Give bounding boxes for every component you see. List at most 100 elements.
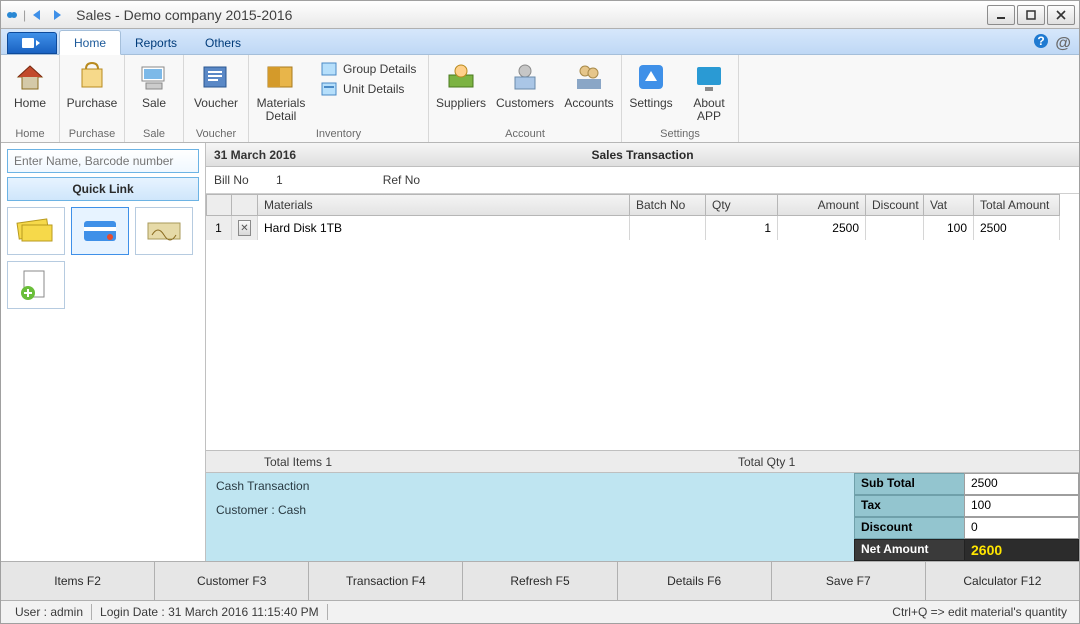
ribbon-home-button[interactable]: Home <box>1 55 59 127</box>
tab-home[interactable]: Home <box>59 30 121 55</box>
ribbon-accounts-button[interactable]: Accounts <box>557 55 621 127</box>
ribbon-home-label: Home <box>14 97 46 110</box>
col-discount[interactable]: Discount <box>866 194 924 216</box>
accounts-icon <box>573 61 605 93</box>
sum-net-row: Net Amount 2600 <box>854 539 1079 561</box>
thumb-card[interactable] <box>71 207 129 255</box>
svg-text:?: ? <box>1038 34 1045 48</box>
table-row[interactable]: 1 ✕ Hard Disk 1TB 1 2500 100 2500 <box>206 216 1079 240</box>
ribbon-purchase-label: Purchase <box>67 97 118 110</box>
ribbon-group-account-label: Account <box>429 127 621 142</box>
ribbon-unit-details-label: Unit Details <box>343 82 404 96</box>
forward-icon[interactable] <box>50 8 68 22</box>
transaction-f4-button[interactable]: Transaction F4 <box>309 562 463 600</box>
bill-no-value: 1 <box>276 173 283 187</box>
grid-body[interactable]: 1 ✕ Hard Disk 1TB 1 2500 100 2500 <box>206 216 1079 450</box>
minimize-button[interactable] <box>987 5 1015 25</box>
ribbon-materials-detail-button[interactable]: Materials Detail <box>249 55 313 127</box>
customer-f3-button[interactable]: Customer F3 <box>155 562 309 600</box>
sidebar: Quick Link <box>1 143 206 561</box>
summary-left: Cash Transaction Customer : Cash <box>206 473 854 561</box>
customer-label: Customer : Cash <box>216 503 844 517</box>
tax-label: Tax <box>854 495 964 517</box>
ribbon-group-details-button[interactable]: Group Details <box>321 61 416 77</box>
refresh-f5-button[interactable]: Refresh F5 <box>463 562 617 600</box>
window-title: Sales - Demo company 2015-2016 <box>76 7 292 23</box>
cell-total[interactable]: 2500 <box>974 216 1060 240</box>
col-amount[interactable]: Amount <box>778 194 866 216</box>
ribbon-inventory-small: Group Details Unit Details <box>313 55 424 127</box>
cash-transaction-label: Cash Transaction <box>216 479 844 493</box>
db-icon[interactable] <box>5 8 19 22</box>
ribbon-group-settings-label: Settings <box>622 127 738 142</box>
ribbon-group-sale: Sale Sale <box>125 55 184 142</box>
ribbon-about-button[interactable]: About APP <box>680 55 738 127</box>
tab-reports[interactable]: Reports <box>121 31 191 54</box>
ribbon-group-settings: Settings About APP Settings <box>622 55 739 142</box>
close-button[interactable] <box>1047 5 1075 25</box>
divider: | <box>23 8 26 22</box>
ribbon-unit-details-button[interactable]: Unit Details <box>321 81 416 97</box>
col-batch-no[interactable]: Batch No <box>630 194 706 216</box>
tab-others[interactable]: Others <box>191 31 255 54</box>
cell-vat[interactable]: 100 <box>924 216 974 240</box>
subtotal-value[interactable]: 2500 <box>964 473 1079 495</box>
menu-tabs: Home Reports Others <box>59 29 255 54</box>
at-icon[interactable]: @ <box>1055 35 1071 53</box>
items-f2-button[interactable]: Items F2 <box>1 562 155 600</box>
cell-material[interactable]: Hard Disk 1TB <box>258 216 630 240</box>
quick-link-button[interactable]: Quick Link <box>7 177 199 201</box>
col-materials[interactable]: Materials <box>258 194 630 216</box>
nav-controls: | <box>5 8 68 22</box>
col-delete <box>232 194 258 216</box>
col-vat[interactable]: Vat <box>924 194 974 216</box>
ribbon-group-purchase-label: Purchase <box>60 127 124 142</box>
ribbon-group-voucher-label: Voucher <box>184 127 248 142</box>
grid-footer: Total Items 1 Total Qty 1 <box>206 450 1079 472</box>
ribbon-group-purchase: Purchase Purchase <box>60 55 125 142</box>
ribbon-suppliers-button[interactable]: Suppliers <box>429 55 493 127</box>
ribbon-customers-button[interactable]: Customers <box>493 55 557 127</box>
col-qty[interactable]: Qty <box>706 194 778 216</box>
status-user: User : admin <box>7 604 92 620</box>
cell-amount[interactable]: 2500 <box>778 216 866 240</box>
main-panel: 31 March 2016 Sales Transaction Bill No … <box>206 143 1079 561</box>
ribbon-group-home: Home Home <box>1 55 60 142</box>
calculator-f12-button[interactable]: Calculator F12 <box>926 562 1079 600</box>
ribbon-settings-button[interactable]: Settings <box>622 55 680 127</box>
search-input[interactable] <box>7 149 199 173</box>
ribbon-voucher-button[interactable]: Voucher <box>184 55 248 127</box>
maximize-button[interactable] <box>1017 5 1045 25</box>
discount-label: Discount <box>854 517 964 539</box>
back-icon[interactable] <box>30 8 48 22</box>
window-controls <box>987 5 1075 25</box>
subtotal-label: Sub Total <box>854 473 964 495</box>
settings-icon <box>635 61 667 93</box>
sale-icon <box>138 61 170 93</box>
row-delete-button[interactable]: ✕ <box>238 220 251 236</box>
voucher-icon <box>200 61 232 93</box>
cell-batch[interactable] <box>630 216 706 240</box>
col-row-number <box>206 194 232 216</box>
thumb-cash[interactable] <box>7 207 65 255</box>
ribbon-group-inventory: Materials Detail Group Details Unit Deta… <box>249 55 429 142</box>
cell-discount[interactable] <box>866 216 924 240</box>
items-grid: Materials Batch No Qty Amount Discount V… <box>206 193 1079 472</box>
col-total-amount[interactable]: Total Amount <box>974 194 1060 216</box>
menu-bar: Home Reports Others ? @ <box>1 29 1079 55</box>
thumb-cheque[interactable] <box>135 207 193 255</box>
status-bar: User : admin Login Date : 31 March 2016 … <box>1 601 1079 623</box>
main-title: Sales Transaction <box>591 148 693 162</box>
ribbon-purchase-button[interactable]: Purchase <box>60 55 124 127</box>
ribbon-sale-button[interactable]: Sale <box>125 55 183 127</box>
ribbon-about-label: About APP <box>693 97 724 123</box>
thumb-add-doc[interactable] <box>7 261 65 309</box>
app-menu-button[interactable] <box>7 32 57 54</box>
cell-qty[interactable]: 1 <box>706 216 778 240</box>
function-button-bar: Items F2 Customer F3 Transaction F4 Refr… <box>1 561 1079 601</box>
help-icon[interactable]: ? <box>1033 33 1049 54</box>
discount-value[interactable]: 0 <box>964 517 1079 539</box>
details-f6-button[interactable]: Details F6 <box>618 562 772 600</box>
save-f7-button[interactable]: Save F7 <box>772 562 926 600</box>
tax-value[interactable]: 100 <box>964 495 1079 517</box>
